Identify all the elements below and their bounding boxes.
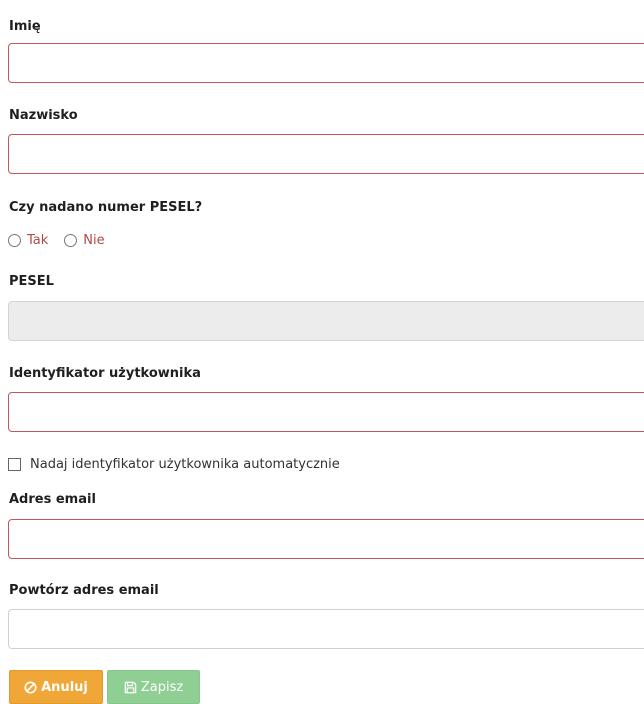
user-id-input[interactable] [8, 392, 644, 432]
pesel-yes-label[interactable]: Tak [27, 233, 48, 248]
save-button[interactable]: Zapisz [107, 670, 200, 704]
pesel-yes-radio[interactable] [8, 233, 21, 247]
email-repeat-label: Powtórz adres email [9, 583, 159, 598]
pesel-no-radio[interactable] [64, 233, 78, 247]
floppy-disk-icon [124, 681, 137, 694]
cancel-button-label: Anuluj [41, 679, 88, 695]
user-id-label: Identyfikator użytkownika [9, 366, 201, 381]
auto-id-row[interactable]: Nadaj identyfikator użytkownika automaty… [8, 455, 340, 473]
pesel-question-label: Czy nadano numer PESEL? [9, 200, 203, 215]
pesel-input [8, 301, 644, 341]
pesel-radio-group: Tak Nie [8, 231, 105, 249]
first-name-input[interactable] [8, 43, 644, 83]
pesel-label: PESEL [9, 274, 54, 289]
ban-icon [24, 680, 37, 694]
pesel-no-label[interactable]: Nie [83, 233, 104, 248]
cancel-button[interactable]: Anuluj [9, 670, 103, 704]
email-repeat-input[interactable] [8, 609, 644, 649]
last-name-label: Nazwisko [9, 108, 78, 123]
auto-id-label[interactable]: Nadaj identyfikator użytkownika automaty… [30, 457, 340, 472]
email-input[interactable] [8, 519, 644, 559]
email-label: Adres email [9, 492, 96, 507]
first-name-label: Imię [9, 19, 41, 34]
auto-id-checkbox[interactable] [8, 457, 21, 471]
save-button-label: Zapisz [140, 679, 184, 695]
last-name-input[interactable] [8, 134, 644, 174]
